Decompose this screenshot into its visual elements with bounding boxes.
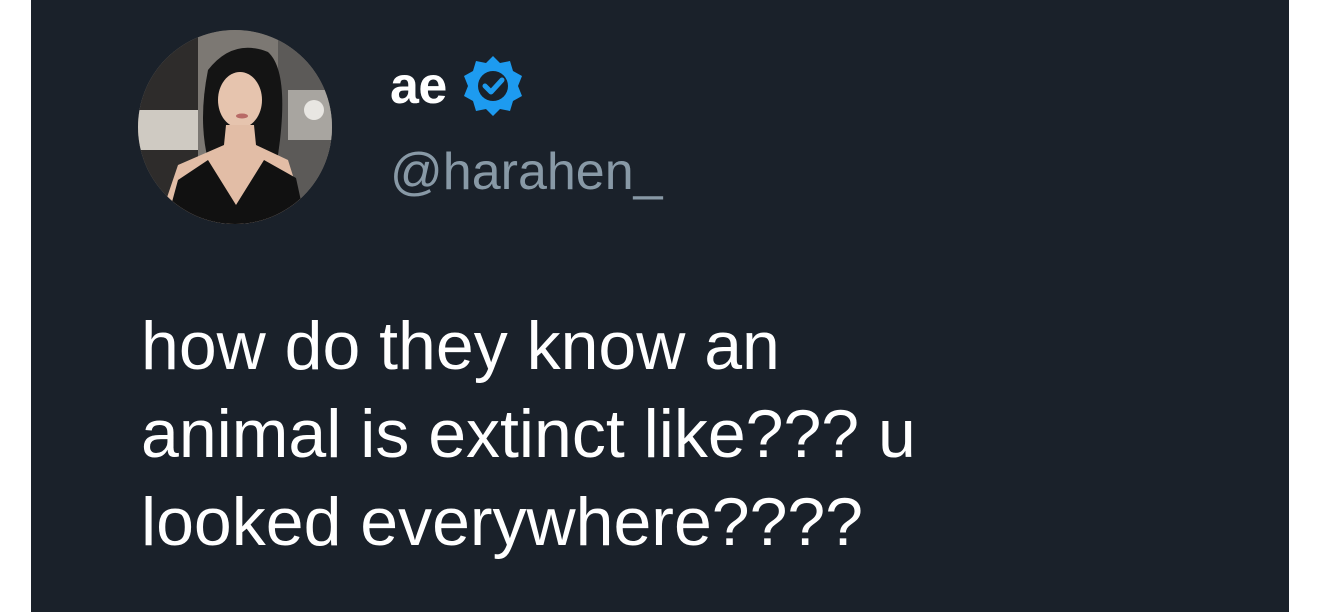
display-name[interactable]: ae bbox=[390, 60, 447, 112]
avatar[interactable] bbox=[138, 30, 332, 224]
display-name-row: ae bbox=[390, 54, 525, 118]
tweet-card: ae @harahen_ how do they know an animal … bbox=[31, 0, 1289, 612]
verified-badge-icon bbox=[461, 54, 525, 118]
profile-photo-icon bbox=[138, 30, 332, 224]
tweet-text-line: looked everywhere???? bbox=[141, 484, 864, 560]
tweet-text: how do they know an animal is extinct li… bbox=[141, 302, 1221, 566]
tweet-text-line: how do they know an bbox=[141, 308, 780, 384]
user-handle[interactable]: @harahen_ bbox=[390, 146, 663, 198]
tweet-text-line: animal is extinct like??? u bbox=[141, 396, 916, 472]
